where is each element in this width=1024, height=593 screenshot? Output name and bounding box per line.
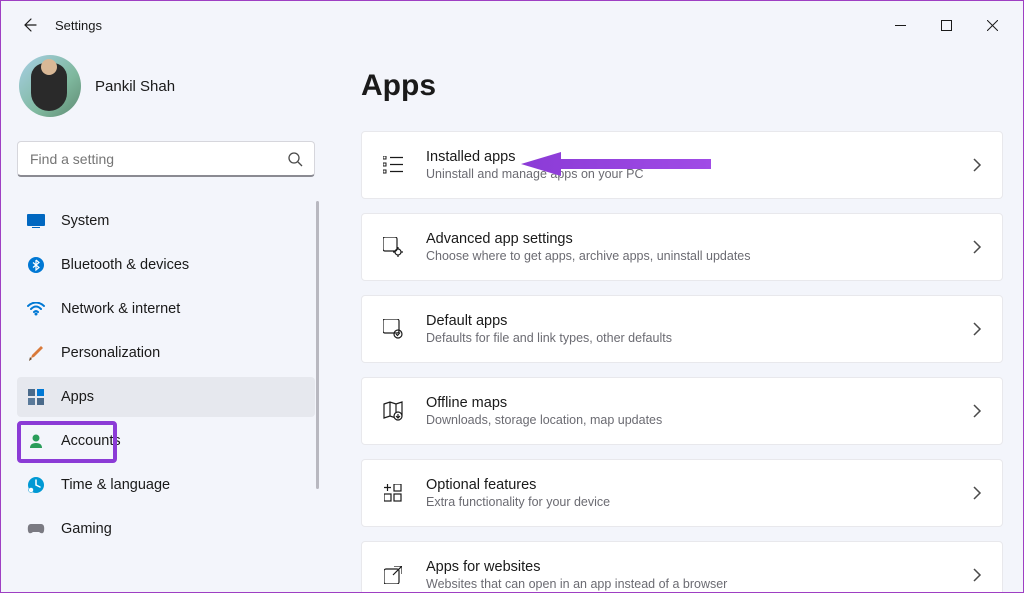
sidebar: Pankil Shah System Bluetooth & devices N… [1,49,331,592]
close-button[interactable] [969,9,1015,41]
card-subtitle: Choose where to get apps, archive apps, … [426,249,972,263]
maximize-button[interactable] [923,9,969,41]
chevron-right-icon [972,158,982,172]
card-installed-apps[interactable]: Installed apps Uninstall and manage apps… [361,131,1003,199]
arrow-left-icon [21,17,37,33]
default-app-icon [382,318,404,340]
profile-block[interactable]: Pankil Shah [19,55,315,117]
plus-grid-icon [382,482,404,504]
chevron-right-icon [972,322,982,336]
sidebar-item-gaming[interactable]: Gaming [17,509,315,549]
card-title: Default apps [426,313,972,329]
card-title: Offline maps [426,395,972,411]
sidebar-item-system[interactable]: System [17,201,315,241]
chevron-right-icon [972,404,982,418]
card-subtitle: Websites that can open in an app instead… [426,577,972,591]
content-pane: Apps Installed apps Uninstall and manage… [331,49,1023,592]
sidebar-item-network[interactable]: Network & internet [17,289,315,329]
card-default-apps[interactable]: Default apps Defaults for file and link … [361,295,1003,363]
card-title: Advanced app settings [426,231,972,247]
search-wrap [17,141,315,177]
sidebar-item-time[interactable]: Time & language [17,465,315,505]
avatar [19,55,81,117]
chevron-right-icon [972,568,982,582]
minimize-icon [895,20,906,31]
sidebar-item-apps[interactable]: Apps [17,377,315,417]
sidebar-item-label: System [61,213,109,229]
search-input[interactable] [17,141,315,177]
person-icon [27,432,45,450]
chevron-right-icon [972,240,982,254]
sidebar-item-label: Accounts [61,433,121,449]
sidebar-item-label: Gaming [61,521,112,537]
maximize-icon [941,20,952,31]
map-icon [382,400,404,422]
sidebar-item-label: Apps [61,389,94,405]
card-title: Apps for websites [426,559,972,575]
card-title: Optional features [426,477,972,493]
sidebar-item-label: Network & internet [61,301,180,317]
window-title: Settings [55,18,102,33]
gear-app-icon [382,236,404,258]
card-apps-for-websites[interactable]: Apps for websites Websites that can open… [361,541,1003,592]
card-optional-features[interactable]: Optional features Extra functionality fo… [361,459,1003,527]
card-offline-maps[interactable]: Offline maps Downloads, storage location… [361,377,1003,445]
wifi-icon [27,300,45,318]
sidebar-item-accounts[interactable]: Accounts [17,421,315,461]
page-title: Apps [361,69,1003,103]
card-subtitle: Downloads, storage location, map updates [426,413,972,427]
nav-list: System Bluetooth & devices Network & int… [17,201,315,549]
window-controls [877,9,1015,41]
sidebar-item-label: Time & language [61,477,170,493]
time-icon [27,476,45,494]
sidebar-item-bluetooth[interactable]: Bluetooth & devices [17,245,315,285]
back-button[interactable] [9,5,49,45]
apps-icon [27,388,45,406]
launch-icon [382,564,404,586]
minimize-button[interactable] [877,9,923,41]
bluetooth-icon [27,256,45,274]
brush-icon [27,344,45,362]
sidebar-item-label: Bluetooth & devices [61,257,189,273]
chevron-right-icon [972,486,982,500]
gaming-icon [27,520,45,538]
profile-name: Pankil Shah [95,78,175,95]
card-subtitle: Uninstall and manage apps on your PC [426,167,972,181]
display-icon [27,212,45,230]
card-advanced-app-settings[interactable]: Advanced app settings Choose where to ge… [361,213,1003,281]
card-title: Installed apps [426,149,972,165]
sidebar-item-label: Personalization [61,345,160,361]
sidebar-item-personalization[interactable]: Personalization [17,333,315,373]
titlebar: Settings [1,1,1023,49]
card-subtitle: Defaults for file and link types, other … [426,331,972,345]
card-subtitle: Extra functionality for your device [426,495,972,509]
close-icon [987,20,998,31]
list-icon [382,154,404,176]
